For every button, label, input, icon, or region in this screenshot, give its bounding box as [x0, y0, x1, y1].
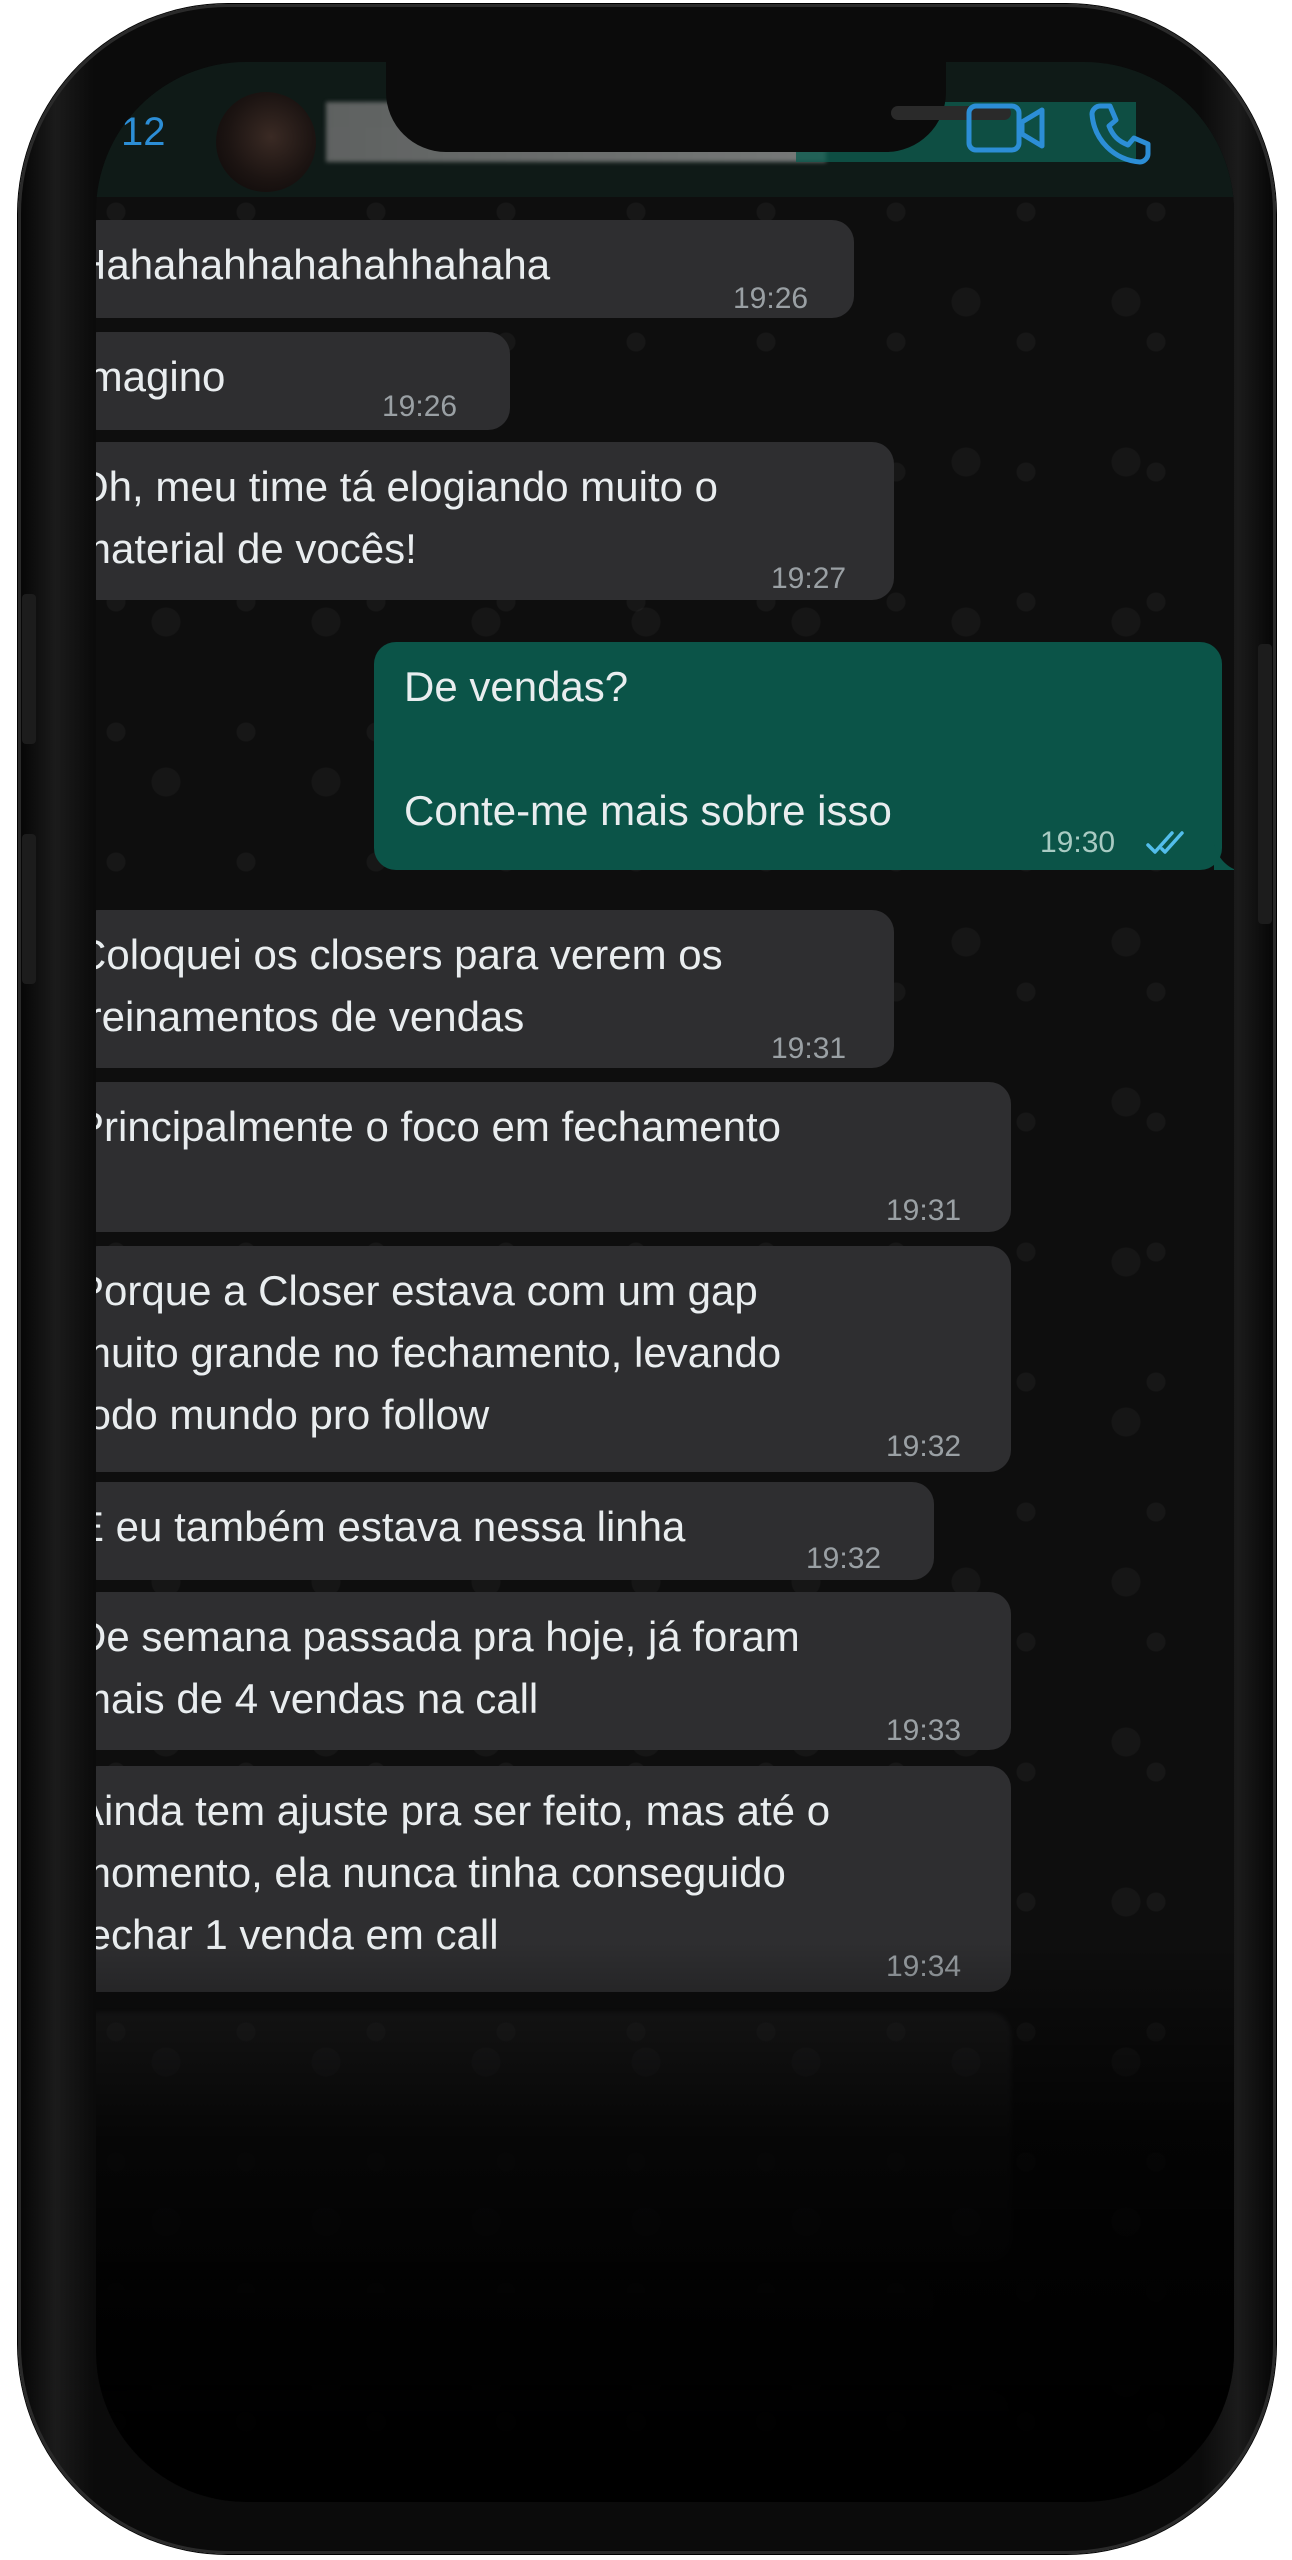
message-text: todo mundo pro follow: [96, 1391, 490, 1438]
message-bubble-incoming[interactable]: Imagino 19:26: [96, 332, 510, 430]
message-text: E eu também estava nessa linha: [96, 1503, 686, 1550]
message-text: Principalmente o foco em fechamento: [96, 1103, 782, 1150]
message-text: De vendas?: [404, 663, 629, 710]
message-time: 19:30: [1040, 826, 1116, 859]
volume-up-button: [22, 594, 36, 744]
message-time: 19:32: [806, 1542, 882, 1575]
phone-notch: [386, 62, 1011, 152]
voice-call-icon[interactable]: [1086, 100, 1152, 171]
message-bubble-incoming[interactable]: De semana passada pra hoje, já foram mai…: [96, 1592, 1011, 1750]
message-bubble-incoming[interactable]: Oh, meu time tá elogiando muito o materi…: [96, 442, 894, 600]
bubble-tail: [1214, 844, 1234, 870]
phone-screen: 12 Hahahahhahahahhahaha 19:26 magino 19:…: [96, 62, 1234, 2502]
message-text: momento, ela nunca tinha conseguido: [96, 1849, 786, 1896]
message-bubble-outgoing[interactable]: De vendas? Conte-me mais sobre isso 19:3…: [374, 642, 1234, 870]
contact-avatar[interactable]: [216, 92, 316, 192]
message-time: 19:34: [886, 1950, 962, 1983]
message-bubble-incoming[interactable]: Hahahahhahahahhahaha 19:26: [96, 220, 854, 318]
chat-header: 12: [96, 62, 1234, 197]
message-bubble-incoming[interactable]: Principalmente o foco em fechamento 19:3…: [96, 1082, 1011, 1232]
message-bubble-incoming[interactable]: Ainda tem ajuste pra ser feito, mas até …: [96, 1766, 1011, 1992]
message-text: Oh, meu time tá elogiando muito o: [96, 463, 719, 510]
phone-frame: 12 Hahahahhahahahhahaha 19:26 magino 19:…: [18, 4, 1276, 2554]
message-text: Conte-me mais sobre isso: [404, 787, 892, 834]
message-time: 19:27: [771, 562, 847, 595]
message-time: 19:31: [886, 1194, 962, 1227]
volume-down-button: [22, 834, 36, 984]
message-text: mais de 4 vendas na call: [96, 1675, 539, 1722]
video-call-icon[interactable]: [966, 100, 1046, 161]
message-text: De semana passada pra hoje, já foram: [96, 1613, 800, 1660]
message-text: muito grande no fechamento, levando: [96, 1329, 782, 1376]
read-receipt-icon: [1146, 812, 1192, 874]
message-bubble-incoming[interactable]: E eu também estava nessa linha 19:32: [96, 1482, 934, 1580]
reflection-bubble: [96, 2282, 934, 2372]
message-text: Hahahahhahahahhahaha: [96, 241, 551, 288]
message-time: 19:33: [886, 1714, 962, 1747]
message-time: 19:32: [886, 1430, 962, 1463]
reflection-bubble: [96, 2012, 1011, 2262]
message-text: treinamentos de vendas: [96, 993, 525, 1040]
message-bubble-incoming[interactable]: Porque a Closer estava com um gap muito …: [96, 1246, 1011, 1472]
message-text: material de vocês!: [96, 525, 417, 572]
message-time: 19:31: [771, 1032, 847, 1065]
power-button: [1258, 644, 1272, 924]
message-text: Coloquei os closers para verem os: [96, 931, 723, 978]
message-text: Imagino: [96, 353, 226, 400]
message-time: 19:26: [733, 282, 809, 315]
message-text: Porque a Closer estava com um gap: [96, 1267, 758, 1314]
reflection-bubble: [96, 2392, 1011, 2502]
back-unread-count[interactable]: 12: [121, 110, 166, 155]
message-time: 19:26: [382, 390, 458, 423]
message-text: fechar 1 venda em call: [96, 1911, 499, 1958]
message-text: Ainda tem ajuste pra ser feito, mas até …: [96, 1787, 831, 1834]
message-bubble-incoming[interactable]: Coloquei os closers para verem os treina…: [96, 910, 894, 1068]
